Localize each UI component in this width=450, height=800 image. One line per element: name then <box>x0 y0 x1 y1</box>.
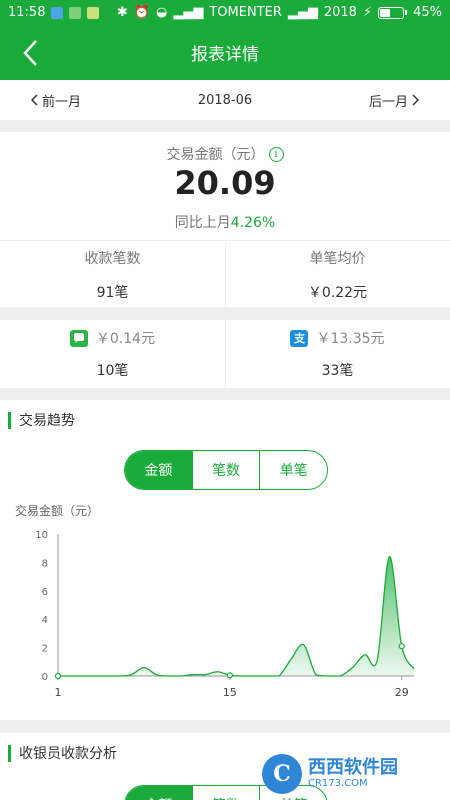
total-amount: 20.09 <box>174 164 276 202</box>
count-label: 收款笔数 <box>84 251 141 267</box>
payment-split: ￥0.14元 10笔 支 ￥13.35元 33笔 <box>0 320 450 388</box>
notification-icon <box>69 6 82 19</box>
wechat-pay-icon <box>69 329 88 347</box>
status-bar: 11:58 ✱ ⏰ ◒ ▂▄▆ TOMENTER ▂▄▆ 2018 ⚡ 45% <box>0 0 450 25</box>
signal-icon: ▂▄▆ <box>173 5 204 20</box>
prev-month-button[interactable]: 前一月 <box>30 91 81 110</box>
y-tick-label: 2 <box>42 644 48 655</box>
cashier-title: 收银员收款分析 <box>19 746 117 762</box>
watermark-name: 西西软件园 <box>308 757 398 778</box>
cashier-section: 收银员收款分析 金额 笔数 单笔 C 西西软件园 CR173.COM <box>0 733 450 800</box>
tab-average[interactable]: 单笔 <box>259 451 327 489</box>
x-tick-label: 29 <box>395 686 409 699</box>
alipay-icon: 支 <box>290 329 309 347</box>
data-point <box>54 672 62 680</box>
series-line <box>57 556 415 677</box>
count-value: 91笔 <box>96 285 129 301</box>
back-arrow-icon <box>23 40 37 66</box>
summary-card: 交易金额（元） i 20.09 同比上月4.26% 收款笔数 91笔 单笔均价 … <box>0 132 450 307</box>
chart-y-label: 交易金额（元） <box>15 504 100 518</box>
data-point <box>226 672 233 679</box>
trend-chart: 0 2 4 6 8 10 1 15 29 <box>35 530 415 699</box>
alipay-amount: ￥13.35元 <box>316 331 385 347</box>
avg-stat: 单笔均价 ￥0.22元 <box>225 248 450 302</box>
yoy-row: 同比上月4.26% <box>0 212 450 232</box>
trend-section: 交易趋势 金额 笔数 单笔 交易金额（元） 0 2 4 6 8 10 1 15 29 <box>0 400 450 720</box>
battery-percent: 45% <box>413 5 442 20</box>
wechat-count: 10笔 <box>96 363 129 379</box>
alipay-count: 33笔 <box>321 363 354 379</box>
x-tick-label: 1 <box>55 686 62 699</box>
month-nav: 前一月 2018-06 后一月 <box>0 80 450 120</box>
battery-icon <box>378 6 408 19</box>
next-month-label: 后一月 <box>368 94 408 110</box>
avg-value: ￥0.22元 <box>307 285 368 301</box>
watermark-logo: C <box>262 754 302 794</box>
x-tick-label: 15 <box>223 686 237 699</box>
cashier-tab-amount[interactable]: 金额 <box>125 786 192 800</box>
alarm-icon: ⏰ <box>133 5 150 20</box>
watermark: C 西西软件园 CR173.COM <box>262 752 442 796</box>
y-tick-label: 8 <box>42 558 48 569</box>
signal-icon: ▂▄▆ <box>287 5 318 20</box>
wifi-icon: ◒ <box>156 5 168 20</box>
wechat-pay-stat: ￥0.14元 10笔 <box>0 328 225 380</box>
tab-count[interactable]: 笔数 <box>191 451 260 489</box>
amount-label-row: 交易金额（元） i <box>0 144 450 164</box>
cashier-tab-count[interactable]: 笔数 <box>191 786 260 800</box>
bluetooth-icon: ✱ <box>116 5 128 20</box>
y-tick-label: 4 <box>42 615 48 626</box>
page-title: 报表详情 <box>191 45 259 65</box>
yoy-label: 同比上月 <box>174 215 231 231</box>
wechat-amount: ￥0.14元 <box>95 331 156 347</box>
amount-label: 交易金额（元） <box>166 147 265 163</box>
next-month-button[interactable]: 后一月 <box>369 91 420 110</box>
year-badge: 2018 <box>323 5 357 20</box>
carrier-name: TOMENTER <box>209 5 282 20</box>
section-marker <box>8 411 11 429</box>
trend-header: 交易趋势 <box>0 400 450 440</box>
data-point <box>398 643 405 650</box>
title-bar: 报表详情 <box>0 25 450 80</box>
tab-amount[interactable]: 金额 <box>125 451 192 489</box>
info-icon[interactable]: i <box>268 146 284 162</box>
notification-icon <box>87 6 100 19</box>
avg-label: 单笔均价 <box>309 251 366 267</box>
y-tick-label: 6 <box>42 587 48 598</box>
count-stat: 收款笔数 91笔 <box>0 248 225 302</box>
y-tick-label: 0 <box>42 672 48 683</box>
trend-tab-group: 金额 笔数 单笔 <box>124 450 328 490</box>
section-marker <box>8 744 11 762</box>
clock: 11:58 <box>8 5 46 20</box>
yoy-value: 4.26% <box>230 215 276 231</box>
alipay-stat: 支 ￥13.35元 33笔 <box>225 328 450 380</box>
trend-title: 交易趋势 <box>19 413 75 429</box>
back-button[interactable] <box>14 37 46 69</box>
chevron-right-icon <box>412 94 420 106</box>
charging-icon: ⚡ <box>362 5 373 20</box>
notification-icon <box>51 6 64 19</box>
watermark-domain: CR173.COM <box>308 778 368 789</box>
y-tick-label: 10 <box>35 530 48 541</box>
chevron-left-icon <box>30 94 38 106</box>
prev-month-label: 前一月 <box>42 94 82 110</box>
